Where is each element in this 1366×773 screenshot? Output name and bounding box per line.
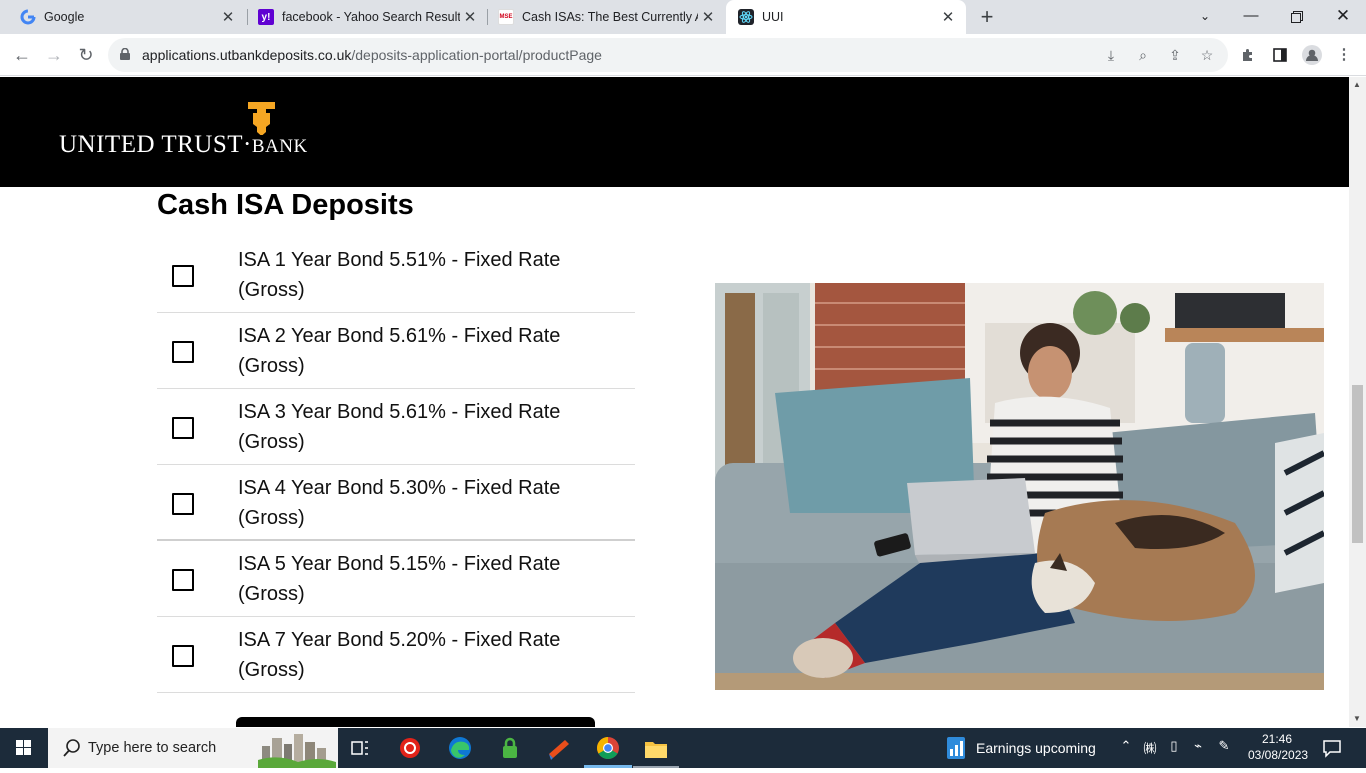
reload-icon[interactable]: ↻ <box>73 42 99 68</box>
product-checkbox[interactable] <box>172 341 194 363</box>
edge-browser-icon[interactable] <box>446 734 474 762</box>
tab-google[interactable]: Google ✕ <box>8 0 246 34</box>
side-panel-icon[interactable] <box>1269 44 1291 66</box>
page-scrollbar[interactable]: ▲ ▼ <box>1349 77 1366 727</box>
product-item: ISA 2 Year Bond 5.61% - Fixed Rate (Gros… <box>157 313 635 389</box>
news-widget[interactable]: Earnings upcoming <box>946 736 1096 760</box>
close-tab-icon[interactable]: ✕ <box>218 8 238 26</box>
close-window-button[interactable]: ✕ <box>1320 0 1366 34</box>
stock-chart-icon <box>947 737 965 759</box>
search-icon <box>63 739 80 757</box>
chrome-browser-icon[interactable] <box>594 734 622 762</box>
united-trust-bank-logo[interactable]: UNITED TRUST·BANK <box>59 101 307 161</box>
show-hidden-icons-chevron-icon[interactable]: ⌃ <box>1116 738 1136 754</box>
product-item: ISA 4 Year Bond 5.30% - Fixed Rate (Gros… <box>157 465 635 541</box>
product-item: ISA 7 Year Bond 5.20% - Fixed Rate (Gros… <box>157 617 635 693</box>
tab-cash-isas[interactable]: MSE Cash ISAs: The Best Currently Ava ✕ <box>486 0 726 34</box>
tab-title: Cash ISAs: The Best Currently Ava <box>522 10 698 24</box>
tab-search-chevron-icon[interactable]: ⌄ <box>1182 0 1228 34</box>
product-label[interactable]: ISA 7 Year Bond 5.20% - Fixed Rate (Gros… <box>238 625 598 685</box>
tab-title: UUI <box>762 10 784 24</box>
system-clock[interactable]: 21:46 03/08/2023 <box>1248 731 1309 763</box>
scrollbar-thumb[interactable] <box>1352 385 1363 543</box>
windows-taskbar: Type here to search Earnings upcoming ⌃ … <box>0 728 1366 768</box>
logo-text: UNITED TRUST·BANK <box>59 131 308 158</box>
google-icon <box>20 9 36 25</box>
product-list: ISA 1 Year Bond 5.51% - Fixed Rate (Gros… <box>157 237 635 693</box>
scroll-down-arrow-icon[interactable]: ▼ <box>1353 714 1361 723</box>
tab-uui[interactable]: UUI ✕ <box>726 0 966 34</box>
clock-date: 03/08/2023 <box>1248 748 1309 762</box>
extensions-puzzle-icon[interactable] <box>1237 44 1259 66</box>
product-checkbox[interactable] <box>172 493 194 515</box>
continue-button[interactable] <box>236 717 595 727</box>
file-explorer-icon[interactable] <box>642 734 670 762</box>
ccleaner-icon[interactable] <box>545 734 573 762</box>
scroll-up-arrow-icon[interactable]: ▲ <box>1353 80 1361 89</box>
product-checkbox[interactable] <box>172 569 194 591</box>
product-label[interactable]: ISA 3 Year Bond 5.61% - Fixed Rate (Gros… <box>238 397 598 457</box>
tab-title: Google <box>44 10 85 24</box>
product-item: ISA 1 Year Bond 5.51% - Fixed Rate (Gros… <box>157 237 635 313</box>
install-app-icon[interactable]: ⤓ <box>1101 45 1121 65</box>
logo-mark-icon <box>248 102 275 135</box>
product-checkbox[interactable] <box>172 645 194 667</box>
menu-kebab-icon[interactable]: ⋮ <box>1333 44 1355 66</box>
tab-yahoo[interactable]: y! facebook - Yahoo Search Results ✕ <box>246 0 488 34</box>
product-label[interactable]: ISA 2 Year Bond 5.61% - Fixed Rate (Gros… <box>238 321 598 381</box>
language-input-icon[interactable]: ㈱ <box>1140 738 1160 757</box>
product-label[interactable]: ISA 5 Year Bond 5.15% - Fixed Rate (Gros… <box>238 549 598 609</box>
forward-arrow-icon[interactable]: → <box>41 42 67 68</box>
security-app-icon[interactable] <box>396 734 424 762</box>
yahoo-icon: y! <box>258 9 274 25</box>
new-tab-button[interactable]: + <box>976 4 998 30</box>
share-icon[interactable]: ⇪ <box>1165 45 1185 65</box>
search-highlight-city-icon <box>258 734 336 768</box>
product-item: ISA 5 Year Bond 5.15% - Fixed Rate (Gros… <box>157 541 635 617</box>
react-icon <box>738 9 754 25</box>
mse-icon: MSE <box>498 9 514 25</box>
close-tab-icon[interactable]: ✕ <box>698 8 718 26</box>
pen-icon[interactable]: ✎ <box>1214 738 1234 754</box>
notification-icon[interactable] <box>1322 738 1342 758</box>
zoom-icon[interactable]: ⌕ <box>1133 45 1153 65</box>
profile-avatar-icon[interactable] <box>1301 44 1323 66</box>
restore-button[interactable] <box>1274 0 1320 34</box>
tab-title: facebook - Yahoo Search Results <box>282 10 460 24</box>
start-button[interactable] <box>0 728 48 768</box>
bookmark-star-icon[interactable]: ☆ <box>1197 45 1217 65</box>
url-text[interactable]: applications.utbankdeposits.co.uk/deposi… <box>142 47 602 63</box>
battery-icon[interactable]: ▯ <box>1164 738 1184 754</box>
taskbar-search-box[interactable]: Type here to search <box>48 728 338 768</box>
browser-toolbar: ← → ↻ applications.utbankdeposits.co.uk/… <box>0 34 1366 76</box>
hero-photo <box>715 283 1324 690</box>
back-arrow-icon[interactable]: ← <box>9 42 35 68</box>
product-item: ISA 3 Year Bond 5.61% - Fixed Rate (Gros… <box>157 389 635 465</box>
web-page: UNITED TRUST·BANK Cash ISA Deposits ISA … <box>0 77 1349 727</box>
address-bar[interactable]: applications.utbankdeposits.co.uk/deposi… <box>108 38 1228 72</box>
windows-logo-icon <box>16 740 31 755</box>
vpn-lock-icon[interactable] <box>496 734 524 762</box>
product-label[interactable]: ISA 1 Year Bond 5.51% - Fixed Rate (Gros… <box>238 245 598 305</box>
product-checkbox[interactable] <box>172 417 194 439</box>
clock-time: 21:46 <box>1261 732 1293 746</box>
close-tab-icon[interactable]: ✕ <box>938 8 958 26</box>
close-tab-icon[interactable]: ✕ <box>460 8 480 26</box>
browser-tab-strip: Google ✕ y! facebook - Yahoo Search Resu… <box>0 0 1366 34</box>
page-title: Cash ISA Deposits <box>157 189 414 221</box>
lock-icon[interactable] <box>120 48 130 60</box>
network-icon[interactable]: ⌁ <box>1188 738 1208 754</box>
search-placeholder: Type here to search <box>88 740 217 756</box>
product-checkbox[interactable] <box>172 265 194 287</box>
minimize-button[interactable]: — <box>1228 0 1274 34</box>
product-label[interactable]: ISA 4 Year Bond 5.30% - Fixed Rate (Gros… <box>238 473 598 533</box>
site-header: UNITED TRUST·BANK <box>0 77 1349 187</box>
task-view-icon[interactable] <box>346 734 374 762</box>
news-widget-label: Earnings upcoming <box>976 740 1096 756</box>
